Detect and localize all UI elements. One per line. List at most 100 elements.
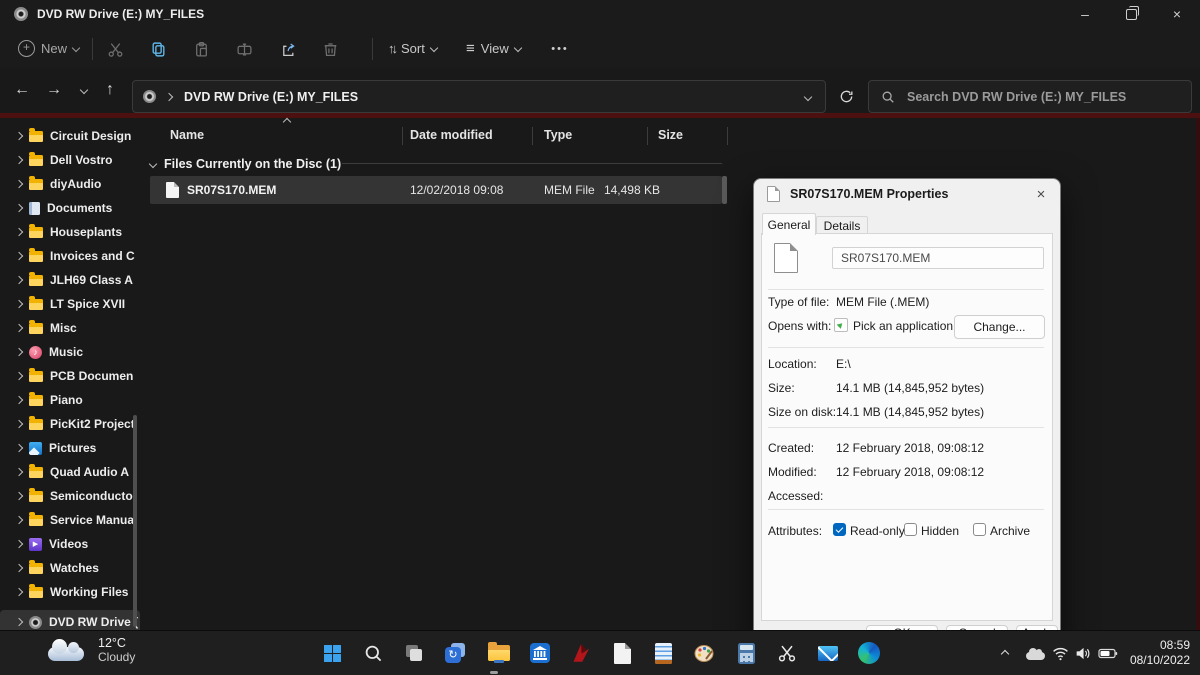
forward-button[interactable]: → bbox=[40, 76, 68, 104]
column-header-type[interactable]: Type bbox=[544, 122, 572, 148]
hidden-checkbox[interactable] bbox=[904, 523, 917, 536]
up-button[interactable]: ↑ bbox=[96, 76, 124, 104]
sidebar-item-quad-audio[interactable]: Quad Audio A bbox=[0, 460, 148, 484]
refresh-button[interactable] bbox=[834, 84, 858, 108]
column-header-name[interactable]: Name bbox=[170, 122, 204, 148]
taskbar-clock[interactable]: 08:59 08/10/2022 bbox=[1130, 638, 1190, 668]
sidebar-item-semiconductors[interactable]: Semiconducto bbox=[0, 484, 148, 508]
column-divider[interactable] bbox=[727, 127, 728, 145]
cut-button[interactable] bbox=[101, 38, 129, 60]
expand-chevron-icon[interactable] bbox=[15, 420, 23, 428]
notepad-button[interactable] bbox=[647, 637, 679, 669]
close-button[interactable]: × bbox=[1154, 0, 1200, 28]
snipping-tool-button[interactable] bbox=[771, 637, 803, 669]
search-box[interactable] bbox=[868, 80, 1192, 113]
column-header-size[interactable]: Size bbox=[658, 122, 683, 148]
ltspice-button[interactable] bbox=[565, 637, 597, 669]
expand-chevron-icon[interactable] bbox=[15, 540, 23, 548]
sidebar-item-pcb-documents[interactable]: PCB Documen bbox=[0, 364, 148, 388]
file-row-sr07s170[interactable]: SR07S170.MEM 12/02/2018 09:08 MEM File 1… bbox=[150, 176, 722, 204]
sidebar-item-dell-vostro[interactable]: Dell Vostro bbox=[0, 148, 148, 172]
expand-chevron-icon[interactable] bbox=[15, 468, 23, 476]
file-group-header[interactable]: Files Currently on the Disc (1) bbox=[150, 154, 341, 174]
collapse-chevron-icon[interactable] bbox=[149, 160, 157, 168]
sidebar-item-misc[interactable]: Misc bbox=[0, 316, 148, 340]
tray-overflow-button[interactable] bbox=[1002, 631, 1008, 675]
expand-chevron-icon[interactable] bbox=[15, 396, 23, 404]
copy-button[interactable] bbox=[144, 38, 172, 60]
expand-chevron-icon[interactable] bbox=[15, 618, 23, 626]
expand-chevron-icon[interactable] bbox=[15, 132, 23, 140]
search-input[interactable] bbox=[905, 89, 1179, 105]
battery-tray-button[interactable] bbox=[1098, 631, 1118, 675]
expand-chevron-icon[interactable] bbox=[15, 156, 23, 164]
sidebar-item-videos[interactable]: ▶Videos bbox=[0, 532, 148, 556]
sidebar-item-pictures[interactable]: Pictures bbox=[0, 436, 148, 460]
sidebar-item-watches[interactable]: Watches bbox=[0, 556, 148, 580]
sort-button[interactable]: ↑↓ Sort bbox=[382, 34, 443, 62]
address-dropdown-icon[interactable] bbox=[804, 92, 812, 100]
recent-locations-button[interactable] bbox=[70, 76, 98, 104]
tab-general[interactable]: General bbox=[762, 213, 816, 235]
rename-button[interactable] bbox=[230, 38, 258, 60]
sync-app-button[interactable]: ↻ bbox=[439, 637, 471, 669]
filename-field[interactable] bbox=[832, 247, 1044, 269]
taskbar-search-button[interactable] bbox=[357, 637, 389, 669]
expand-chevron-icon[interactable] bbox=[15, 444, 23, 452]
new-button[interactable]: + New bbox=[12, 34, 85, 62]
document-app-button[interactable] bbox=[606, 637, 638, 669]
share-button[interactable] bbox=[273, 38, 301, 60]
sidebar-item-piano[interactable]: Piano bbox=[0, 388, 148, 412]
expand-chevron-icon[interactable] bbox=[15, 492, 23, 500]
expand-chevron-icon[interactable] bbox=[15, 588, 23, 596]
weather-widget[interactable]: 12°C Cloudy bbox=[48, 636, 135, 664]
sidebar-item-invoices[interactable]: Invoices and C bbox=[0, 244, 148, 268]
expand-chevron-icon[interactable] bbox=[15, 516, 23, 524]
sidebar-item-diyaudio[interactable]: diyAudio bbox=[0, 172, 148, 196]
sidebar-item-documents[interactable]: Documents bbox=[0, 196, 148, 220]
calculator-button[interactable] bbox=[730, 637, 762, 669]
banking-app-button[interactable] bbox=[524, 637, 556, 669]
back-button[interactable]: ← bbox=[8, 76, 36, 104]
archive-checkbox[interactable] bbox=[973, 523, 986, 536]
expand-chevron-icon[interactable] bbox=[15, 372, 23, 380]
wifi-tray-button[interactable] bbox=[1052, 631, 1069, 675]
delete-button[interactable] bbox=[316, 38, 344, 60]
onedrive-tray-button[interactable] bbox=[1026, 631, 1045, 675]
paint-button[interactable] bbox=[688, 637, 720, 669]
more-options-button[interactable]: ••• bbox=[546, 38, 574, 60]
dialog-close-button[interactable]: × bbox=[1028, 182, 1054, 206]
paste-button[interactable] bbox=[187, 38, 215, 60]
file-explorer-button[interactable] bbox=[483, 637, 515, 669]
sidebar-item-jlh69[interactable]: JLH69 Class A bbox=[0, 268, 148, 292]
expand-chevron-icon[interactable] bbox=[15, 564, 23, 572]
sidebar-item-music[interactable]: ♪Music bbox=[0, 340, 148, 364]
address-bar[interactable]: DVD RW Drive (E:) MY_FILES bbox=[132, 80, 826, 113]
expand-chevron-icon[interactable] bbox=[15, 180, 23, 188]
expand-chevron-icon[interactable] bbox=[15, 204, 23, 212]
sidebar-item-houseplants[interactable]: Houseplants bbox=[0, 220, 148, 244]
column-divider[interactable] bbox=[402, 127, 403, 145]
column-divider[interactable] bbox=[647, 127, 648, 145]
sidebar-item-lt-spice[interactable]: LT Spice XVII bbox=[0, 292, 148, 316]
view-button[interactable]: ≡ View bbox=[460, 34, 527, 62]
column-divider[interactable] bbox=[532, 127, 533, 145]
sidebar-item-dvd-drive[interactable]: DVD RW Drive ( bbox=[0, 610, 140, 630]
expand-chevron-icon[interactable] bbox=[15, 252, 23, 260]
expand-chevron-icon[interactable] bbox=[15, 324, 23, 332]
filename-input[interactable] bbox=[832, 247, 1044, 269]
restore-button[interactable] bbox=[1108, 0, 1154, 28]
start-button[interactable] bbox=[316, 637, 348, 669]
volume-tray-button[interactable] bbox=[1074, 631, 1091, 675]
mail-button[interactable] bbox=[812, 637, 844, 669]
sidebar-item-circuit-design[interactable]: Circuit Design bbox=[0, 124, 148, 148]
sidebar-item-pickit2[interactable]: PicKit2 Project bbox=[0, 412, 148, 436]
sidebar-item-service-manuals[interactable]: Service Manua bbox=[0, 508, 148, 532]
change-button[interactable]: Change... bbox=[954, 315, 1045, 339]
edge-button[interactable] bbox=[853, 637, 885, 669]
filelist-scrollbar[interactable] bbox=[722, 176, 727, 204]
minimize-button[interactable]: – bbox=[1062, 0, 1108, 28]
sidebar-item-working-files[interactable]: Working Files bbox=[0, 580, 148, 604]
readonly-checkbox[interactable] bbox=[833, 523, 846, 536]
sidebar-scrollbar[interactable] bbox=[133, 415, 137, 627]
